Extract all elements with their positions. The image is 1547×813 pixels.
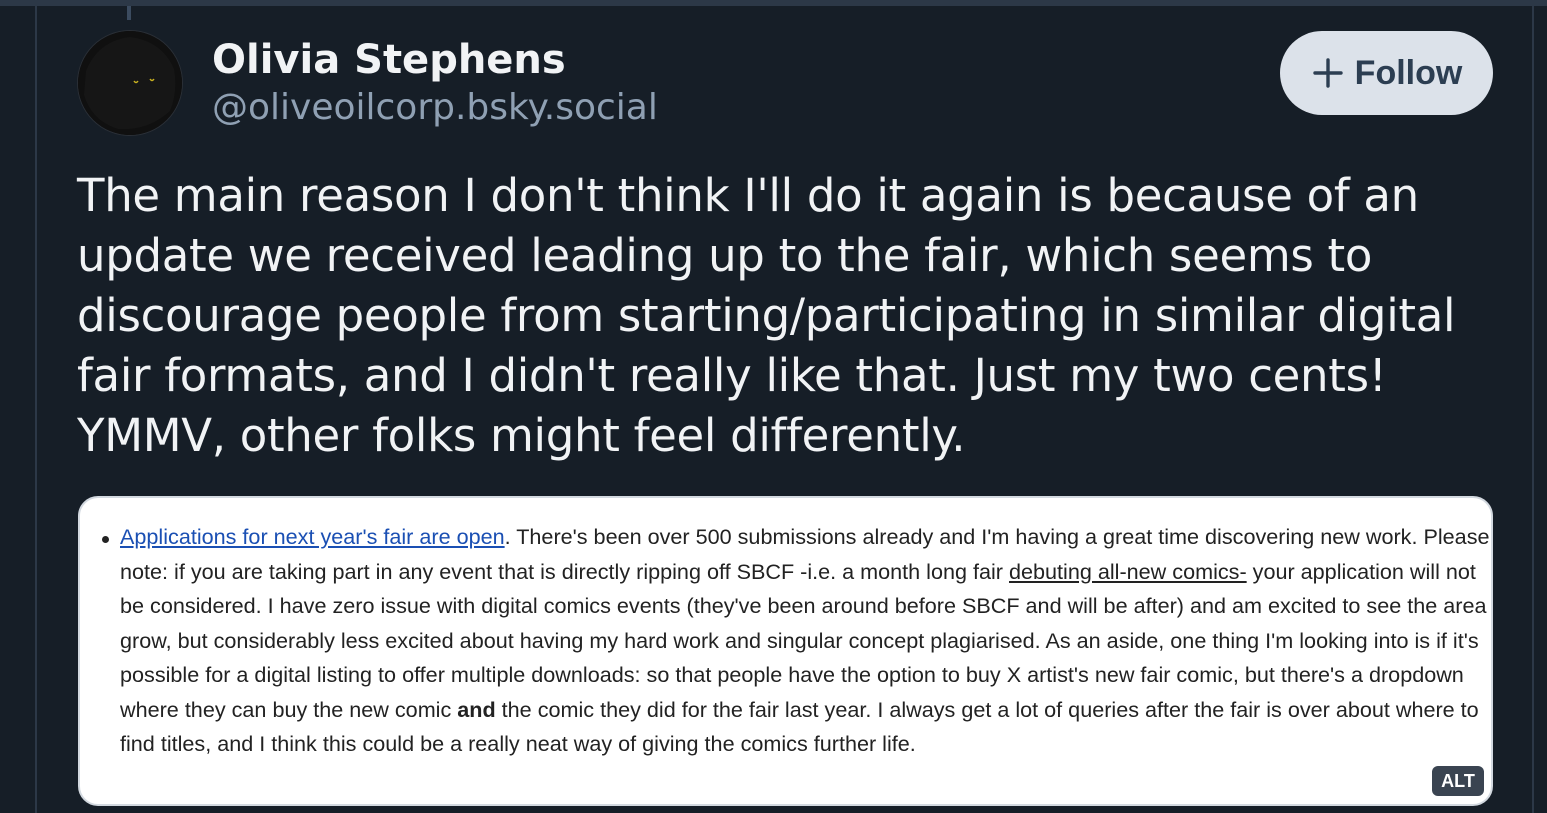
avatar[interactable] bbox=[78, 31, 182, 135]
feed-left-border bbox=[35, 6, 37, 813]
thread-connector-line bbox=[127, 6, 131, 20]
plus-icon bbox=[1312, 58, 1343, 88]
embedded-bold-text: and bbox=[457, 696, 496, 722]
author-handle[interactable]: @oliveoilcorp.bsky.social bbox=[212, 86, 658, 130]
avatar-image bbox=[78, 31, 182, 135]
embedded-image[interactable]: Applications for next year's fair are op… bbox=[78, 496, 1493, 806]
author-display-name[interactable]: Olivia Stephens bbox=[212, 36, 566, 84]
follow-button[interactable]: Follow bbox=[1280, 31, 1493, 115]
feed-right-border bbox=[1532, 6, 1534, 813]
alt-text-badge[interactable]: ALT bbox=[1432, 766, 1484, 796]
post-text: The main reason I don't think I'll do it… bbox=[77, 169, 1456, 462]
embedded-image-text: Applications for next year's fair are op… bbox=[120, 520, 1490, 762]
bullet-point bbox=[102, 536, 109, 543]
follow-button-label: Follow bbox=[1354, 53, 1463, 92]
embedded-underlined-text: debuting all-new comics- bbox=[1009, 558, 1247, 584]
top-divider bbox=[0, 0, 1547, 6]
embedded-link-text: Applications for next year's fair are op… bbox=[120, 524, 505, 549]
